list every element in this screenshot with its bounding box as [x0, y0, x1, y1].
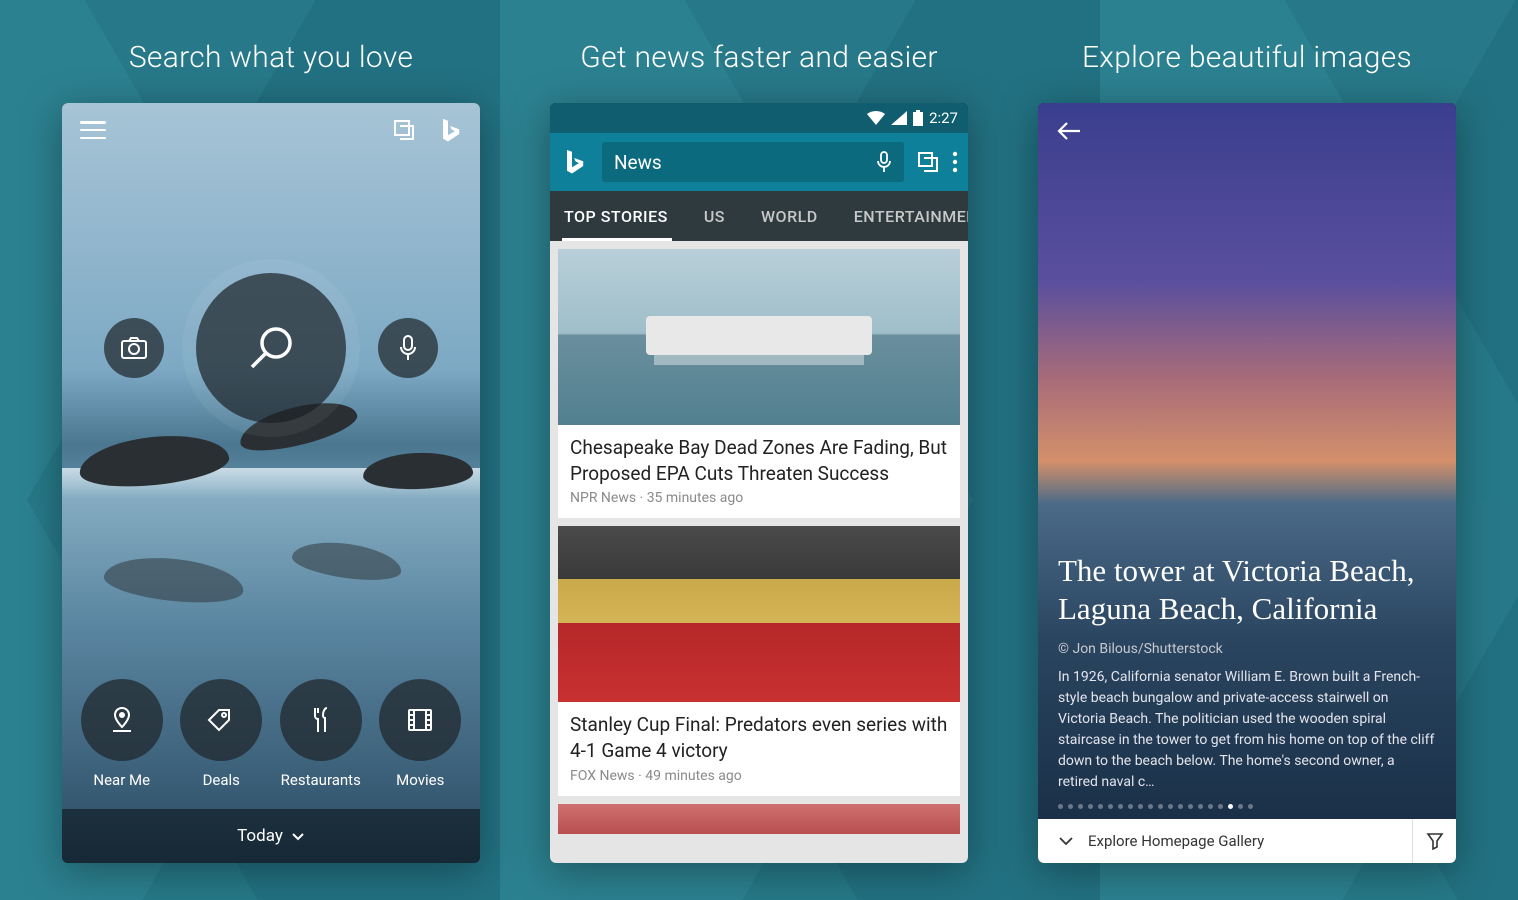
search-input[interactable]: News [602, 142, 904, 182]
hamburger-menu-button[interactable] [80, 121, 106, 139]
tab-top-stories[interactable]: TOP STORIES [550, 191, 686, 241]
quick-action-label: Deals [203, 771, 240, 789]
gallery-title: The tower at Victoria Beach, Laguna Beac… [1058, 552, 1436, 630]
quick-action-label: Near Me [93, 771, 150, 789]
news-article[interactable] [558, 804, 960, 834]
tab-world[interactable]: WORLD [743, 191, 836, 241]
chevron-down-icon [291, 831, 305, 841]
article-image [558, 526, 960, 702]
gallery-pagination-dots[interactable] [1058, 804, 1436, 809]
signal-icon [891, 111, 907, 125]
phone-gallery: The tower at Victoria Beach, Laguna Beac… [1038, 103, 1456, 863]
news-article[interactable]: Stanley Cup Final: Predators even series… [558, 526, 960, 795]
explore-gallery-label: Explore Homepage Gallery [1088, 832, 1264, 850]
mic-icon[interactable] [876, 151, 892, 173]
today-bar[interactable]: Today [62, 809, 480, 863]
tabs-icon[interactable] [916, 150, 940, 174]
quick-action-deals[interactable]: Deals [180, 679, 262, 789]
status-time: 2:27 [929, 109, 958, 127]
article-title: Chesapeake Bay Dead Zones Are Fading, Bu… [558, 425, 960, 490]
search-button[interactable] [196, 273, 346, 423]
phone-news: 2:27 News TOP STORIES US [550, 103, 968, 863]
chevron-down-icon [1058, 835, 1074, 847]
tab-us[interactable]: US [686, 191, 743, 241]
filter-icon [1426, 832, 1444, 850]
column-title-news: Get news faster and easier [580, 40, 938, 75]
quick-action-restaurants[interactable]: Restaurants [280, 679, 362, 789]
tab-entertainment[interactable]: ENTERTAINMENT [836, 191, 968, 241]
search-value: News [614, 151, 662, 174]
quick-action-near-me[interactable]: Near Me [81, 679, 163, 789]
quick-action-label: Movies [396, 771, 444, 789]
today-label: Today [237, 826, 283, 846]
news-article[interactable]: Chesapeake Bay Dead Zones Are Fading, Bu… [558, 249, 960, 518]
gallery-credit: © Jon Bilous/Shutterstock [1058, 641, 1436, 657]
filter-button[interactable] [1412, 819, 1456, 863]
phone-search: Near Me Deals Restaurants Movies Today [62, 103, 480, 863]
wifi-icon [867, 111, 885, 125]
article-meta: FOX News · 49 minutes ago [558, 768, 960, 796]
quick-action-movies[interactable]: Movies [379, 679, 461, 789]
article-meta: NPR News · 35 minutes ago [558, 490, 960, 518]
article-image [558, 249, 960, 425]
more-menu-icon[interactable] [952, 151, 958, 173]
bing-logo-icon[interactable] [560, 148, 590, 176]
back-button[interactable] [1056, 121, 1082, 141]
bing-logo-icon[interactable] [440, 117, 462, 143]
battery-icon [913, 110, 923, 126]
column-title-search: Search what you love [129, 40, 413, 75]
gallery-description: In 1926, California senator William E. B… [1058, 667, 1436, 793]
article-title: Stanley Cup Final: Predators even series… [558, 702, 960, 767]
tabs-icon[interactable] [392, 118, 416, 142]
quick-action-label: Restaurants [281, 771, 361, 789]
explore-gallery-button[interactable]: Explore Homepage Gallery [1038, 832, 1412, 850]
voice-search-button[interactable] [378, 318, 438, 378]
camera-search-button[interactable] [104, 318, 164, 378]
column-title-gallery: Explore beautiful images [1082, 40, 1412, 75]
